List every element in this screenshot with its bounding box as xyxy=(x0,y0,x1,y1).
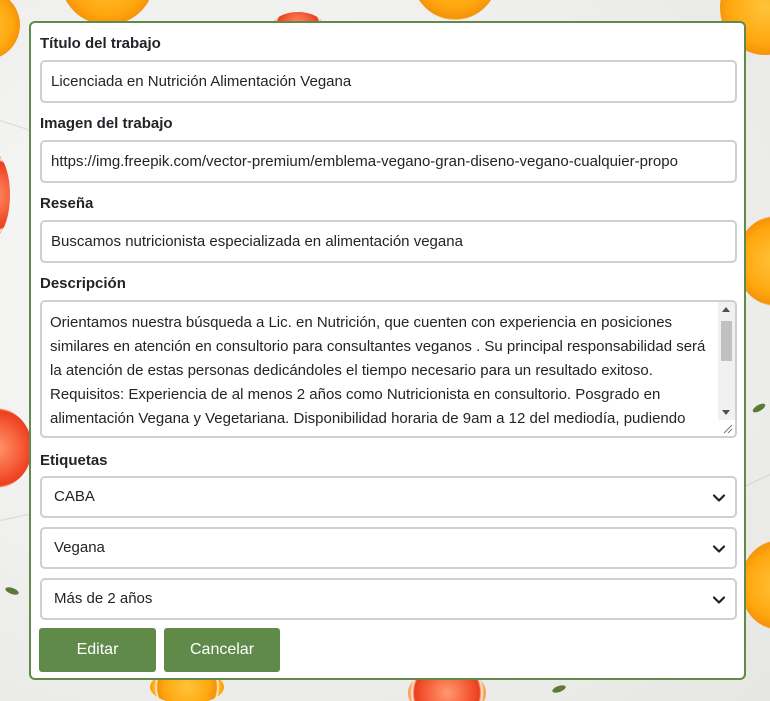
orange-slice-image xyxy=(410,0,500,20)
grapefruit-slice-image xyxy=(0,408,32,488)
diet-select-value: Vegana xyxy=(54,539,105,556)
experience-select-value: Más de 2 años xyxy=(54,590,153,607)
scroll-thumb[interactable] xyxy=(721,321,732,361)
scroll-up-arrow-icon[interactable] xyxy=(722,307,730,312)
description-label: Descripción xyxy=(40,275,126,292)
job-title-label: Título del trabajo xyxy=(40,35,161,52)
chevron-down-icon xyxy=(712,545,726,553)
resize-grip-icon[interactable] xyxy=(721,422,733,434)
orange-slice-image xyxy=(0,0,20,60)
tags-label: Etiquetas xyxy=(40,452,108,469)
chevron-down-icon xyxy=(712,494,726,502)
location-select[interactable]: CABA xyxy=(40,476,737,518)
review-input[interactable]: Buscamos nutricionista especializada en … xyxy=(40,220,737,263)
description-text: Orientamos nuestra búsqueda a Lic. en Nu… xyxy=(50,314,706,436)
diet-select[interactable]: Vegana xyxy=(40,527,737,569)
grapefruit-slice-image xyxy=(0,150,10,240)
review-label: Reseña xyxy=(40,195,94,212)
description-textarea[interactable]: Orientamos nuestra búsqueda a Lic. en Nu… xyxy=(40,300,737,438)
job-image-url-input[interactable]: https://img.freepik.com/vector-premium/e… xyxy=(40,140,737,183)
location-select-value: CABA xyxy=(54,488,95,505)
edit-button[interactable]: Editar xyxy=(39,628,156,672)
scroll-down-arrow-icon[interactable] xyxy=(722,410,730,415)
chevron-down-icon xyxy=(712,596,726,604)
job-title-input[interactable]: Licenciada en Nutrición Alimentación Veg… xyxy=(40,60,737,103)
cancel-button[interactable]: Cancelar xyxy=(164,628,280,672)
job-image-label: Imagen del trabajo xyxy=(40,115,173,132)
experience-select[interactable]: Más de 2 años xyxy=(40,578,737,620)
edit-job-form: Título del trabajo Licenciada en Nutrici… xyxy=(29,21,746,680)
description-scrollbar[interactable] xyxy=(718,302,735,420)
